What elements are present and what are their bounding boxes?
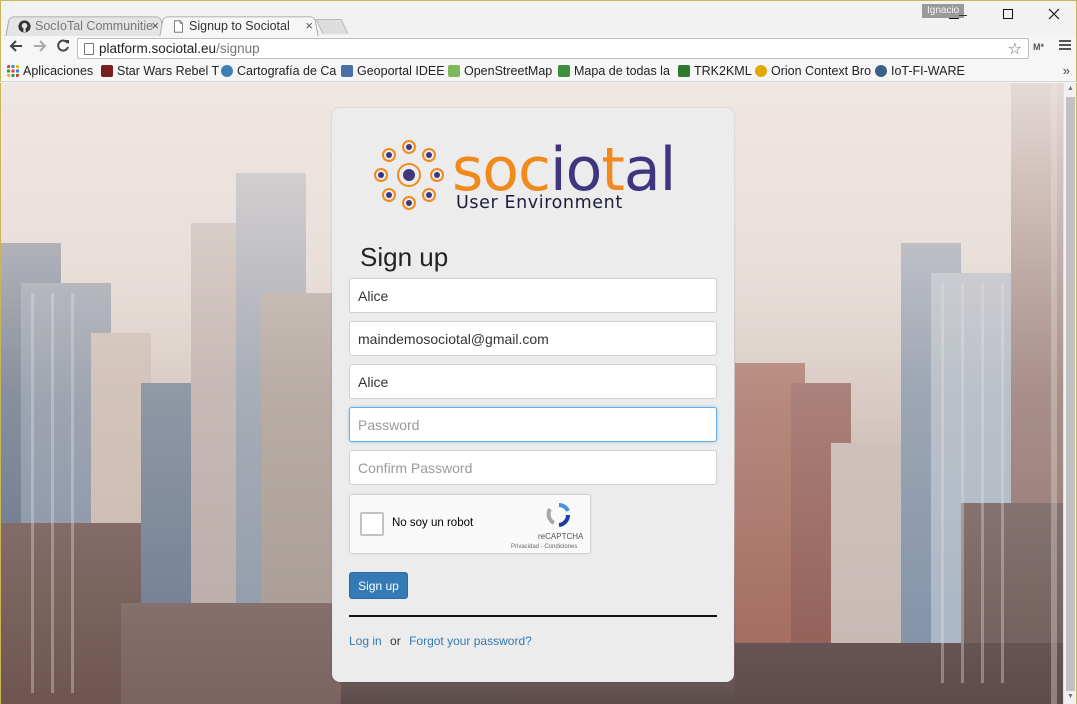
minimize-button[interactable]	[944, 7, 964, 25]
bookmark-mapa[interactable]: Mapa de todas la	[558, 64, 670, 78]
bookmark-openstreetmap[interactable]: OpenStreetMap	[448, 64, 552, 78]
sociotal-logo: sociotal User Environment	[372, 135, 678, 213]
recaptcha-checkbox[interactable]	[360, 512, 384, 536]
browser-toolbar: platform.sociotal.eu/signup ☆ M*	[0, 36, 1077, 62]
extension-icon[interactable]: M*	[1033, 42, 1044, 52]
close-window-button[interactable]	[1044, 7, 1064, 25]
maximize-icon	[1003, 9, 1013, 19]
page-info-icon	[84, 43, 94, 55]
username-field[interactable]	[349, 364, 717, 399]
tab-signup[interactable]: Signup to Sociotal ×	[159, 15, 319, 38]
minimize-icon	[949, 18, 959, 19]
close-tab-icon[interactable]: ×	[151, 15, 159, 37]
cartografia-icon	[221, 65, 233, 77]
divider	[349, 615, 717, 617]
recaptcha-label: No soy un robot	[392, 517, 474, 529]
url-text: platform.sociotal.eu/signup	[99, 41, 260, 56]
browser-titlebar: SocIoTal Communitie × Signup to Sociotal…	[0, 0, 1077, 38]
forward-button[interactable]	[31, 39, 49, 57]
close-icon	[1048, 8, 1060, 20]
page-scrollbar[interactable]: ▲ ▼	[1063, 83, 1077, 704]
geoportal-icon	[341, 65, 353, 77]
signup-card: sociotal User Environment Sign up No soy…	[332, 108, 734, 682]
bookmark-aplicaciones[interactable]: Aplicaciones	[7, 64, 93, 78]
starwars-icon	[101, 65, 113, 77]
close-tab-icon[interactable]: ×	[305, 15, 313, 37]
or-text: or	[390, 634, 401, 648]
bookmark-orion[interactable]: Orion Context Bro	[755, 64, 871, 78]
password-field[interactable]	[349, 407, 717, 442]
address-bar[interactable]: platform.sociotal.eu/signup ☆	[77, 38, 1029, 59]
back-button[interactable]	[7, 39, 25, 57]
scrollbar-thumb[interactable]	[1066, 97, 1075, 691]
recaptcha-widget: No soy un robot reCAPTCHA Privacidad - C…	[349, 494, 591, 554]
bookmark-geoportal[interactable]: Geoportal IDEE	[341, 64, 445, 78]
bookmark-cartografia[interactable]: Cartografía de Ca	[221, 64, 336, 78]
bookmark-star-wars[interactable]: Star Wars Rebel T	[101, 64, 219, 78]
forgot-password-link[interactable]: Forgot your password?	[409, 634, 532, 648]
github-icon	[18, 20, 31, 33]
tab-label: SocIoTal Communitie	[35, 19, 154, 33]
reload-button[interactable]	[54, 39, 72, 57]
logo-subtitle: User Environment	[456, 193, 623, 213]
signup-button[interactable]: Sign up	[349, 572, 408, 599]
new-tab-button[interactable]	[315, 19, 349, 34]
logo-wordmark: sociotal	[452, 135, 676, 205]
fiware-icon	[875, 65, 887, 77]
confirm-password-field[interactable]	[349, 450, 717, 485]
bookmark-fiware[interactable]: IoT-FI-WARE	[875, 64, 965, 78]
tab-label: Signup to Sociotal	[189, 19, 290, 33]
page-icon	[174, 20, 183, 33]
tab-sociotal-community[interactable]: SocIoTal Communitie ×	[5, 15, 165, 38]
login-link[interactable]: Log in	[349, 634, 382, 648]
maximize-button[interactable]	[998, 7, 1018, 25]
bookmark-star-icon[interactable]: ☆	[1008, 39, 1022, 59]
scroll-down-icon[interactable]: ▼	[1067, 693, 1074, 700]
trk2kml-icon	[678, 65, 690, 77]
reload-icon	[57, 39, 69, 52]
apps-grid-icon	[7, 65, 19, 77]
forward-arrow-icon	[34, 40, 47, 52]
page-title: Sign up	[360, 242, 449, 272]
recaptcha-logo-icon	[546, 503, 571, 527]
browser-menu-icon[interactable]	[1059, 40, 1071, 52]
recaptcha-brand: reCAPTCHA	[538, 532, 584, 541]
mapa-icon	[558, 65, 570, 77]
bookmarks-more-icon[interactable]: »	[1063, 63, 1070, 78]
openstreetmap-icon	[448, 65, 460, 77]
scroll-up-icon[interactable]: ▲	[1067, 85, 1074, 92]
back-arrow-icon	[9, 40, 22, 52]
bookmarks-bar: Aplicaciones Star Wars Rebel T Cartograf…	[0, 62, 1077, 82]
recaptcha-links[interactable]: Privacidad - Condiciones	[511, 544, 577, 550]
sociotal-flower-icon	[374, 140, 444, 210]
name-field[interactable]	[349, 278, 717, 313]
orion-icon	[755, 65, 767, 77]
footer-links: Log in or Forgot your password?	[349, 634, 532, 648]
bookmark-trk2kml[interactable]: TRK2KML	[678, 64, 752, 78]
email-field[interactable]	[349, 321, 717, 356]
